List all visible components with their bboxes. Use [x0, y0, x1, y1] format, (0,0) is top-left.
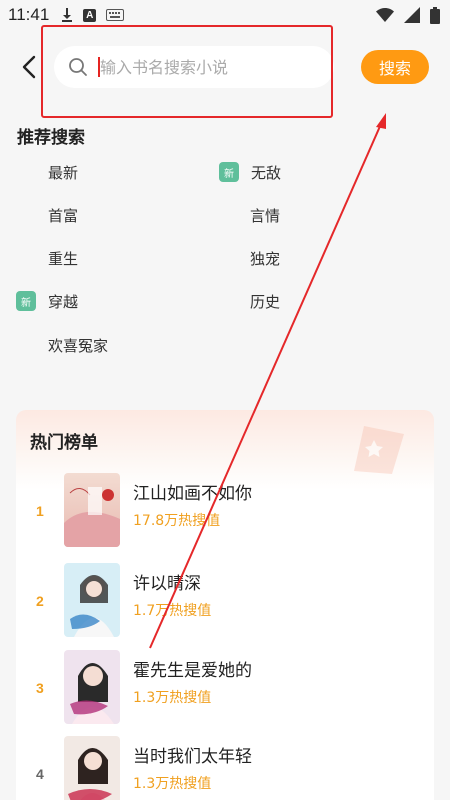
search-box[interactable]	[54, 46, 334, 88]
download-icon	[61, 8, 73, 22]
search-icon	[69, 58, 87, 76]
status-icons-left: A	[61, 8, 125, 22]
rec-item-pampered[interactable]: 独宠	[250, 238, 280, 278]
book-cover	[64, 650, 120, 724]
status-bar: 11:41 A	[0, 0, 450, 30]
status-icons-right	[376, 6, 440, 24]
hot-list-item[interactable]: 2 许以晴深 1.7万热搜值	[16, 563, 434, 641]
a-keyboard-icon: A	[83, 8, 97, 22]
rec-item-happy-enemies[interactable]: 欢喜冤家	[48, 325, 108, 365]
rec-item-latest[interactable]: 最新	[48, 152, 78, 192]
recommended-title: 推荐搜索	[17, 128, 85, 148]
rec-item-invincible[interactable]: 新 无敌	[219, 152, 281, 192]
book-title: 许以晴深	[133, 574, 201, 594]
search-input[interactable]	[100, 57, 310, 77]
wifi-icon	[376, 8, 394, 22]
rec-item-label: 重生	[48, 249, 79, 268]
book-title: 当时我们太年轻	[133, 747, 252, 767]
battery-icon	[430, 6, 440, 24]
book-heat: 1.3万热搜值	[133, 690, 212, 706]
rec-item-label: 独宠	[250, 249, 281, 268]
book-title: 江山如画不如你	[133, 484, 252, 504]
rank-number: 3	[36, 680, 44, 696]
back-button[interactable]	[14, 50, 44, 84]
book-heat: 1.7万热搜值	[133, 603, 212, 619]
hot-list-card: 热门榜单 1 江山如画不如你 17.8万热搜值 2 许以晴深 1.7万热搜值 3…	[16, 410, 434, 800]
rec-item-history[interactable]: 历史	[250, 281, 280, 321]
hot-list-item[interactable]: 1 江山如画不如你 17.8万热搜值	[16, 473, 434, 551]
rec-item-label: 历史	[250, 292, 281, 311]
flag-decoration-icon	[354, 426, 404, 474]
rec-item-label: 最新	[48, 163, 79, 182]
rec-item-rebirth[interactable]: 重生	[48, 238, 78, 278]
rec-item-romance[interactable]: 言情	[250, 195, 280, 235]
book-title: 霍先生是爱她的	[133, 661, 252, 681]
rec-item-richest[interactable]: 首富	[48, 195, 78, 235]
search-button[interactable]: 搜索	[361, 50, 429, 84]
book-cover	[64, 563, 120, 637]
rank-number: 4	[36, 766, 44, 782]
book-heat: 17.8万热搜值	[133, 513, 221, 529]
top-bar: 搜索	[0, 36, 450, 98]
new-badge: 新	[219, 162, 239, 182]
rec-item-label: 言情	[250, 206, 281, 225]
keyboard-icon	[106, 9, 125, 21]
rank-number: 1	[36, 503, 44, 519]
status-time: 11:41	[8, 5, 50, 24]
book-heat: 1.3万热搜值	[133, 776, 212, 792]
new-badge: 新	[16, 291, 36, 311]
hot-list-item[interactable]: 4 当时我们太年轻 1.3万热搜值	[16, 736, 434, 800]
signal-icon	[404, 7, 420, 23]
back-arrow-icon	[22, 55, 36, 79]
rec-item-label: 无敌	[251, 163, 282, 182]
rank-number: 2	[36, 593, 44, 609]
rec-item-time-travel[interactable]: 新 穿越	[16, 281, 78, 321]
hot-list-title: 热门榜单	[30, 433, 98, 453]
book-cover	[64, 736, 120, 800]
rec-item-label: 穿越	[48, 292, 79, 311]
book-cover	[64, 473, 120, 547]
rec-item-label: 欢喜冤家	[48, 336, 109, 355]
hot-list-item[interactable]: 3 霍先生是爱她的 1.3万热搜值	[16, 650, 434, 728]
rec-item-label: 首富	[48, 206, 79, 225]
